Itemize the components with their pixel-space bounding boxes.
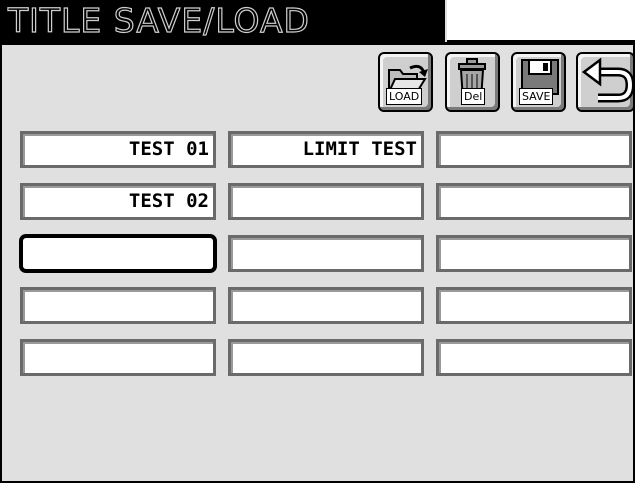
save-button[interactable]: SAVE [511, 52, 566, 112]
slot-r2-c2[interactable] [228, 183, 424, 220]
slot-r3-c1[interactable] [20, 235, 216, 272]
slot-r3-c3[interactable] [436, 235, 632, 272]
title-bar-blank-area [447, 0, 635, 42]
slot-r1-c2[interactable]: LIMIT TEST [228, 131, 424, 168]
slot-r1-c3[interactable] [436, 131, 632, 168]
return-arrow-icon [581, 57, 635, 103]
save-button-label: SAVE [519, 88, 554, 105]
slot-r5-c1[interactable] [20, 339, 216, 376]
title-bar: TITLE SAVE/LOAD [2, 0, 445, 42]
delete-button[interactable]: Del [445, 52, 500, 112]
slot-r3-c2[interactable] [228, 235, 424, 272]
slot-r4-c2[interactable] [228, 287, 424, 324]
delete-button-label: Del [461, 88, 486, 105]
slot-r1-c1[interactable]: TEST 01 [20, 131, 216, 168]
slot-r5-c2[interactable] [228, 339, 424, 376]
slot-r4-c1[interactable] [20, 287, 216, 324]
header-divider [2, 42, 633, 45]
page-title: TITLE SAVE/LOAD [7, 0, 310, 40]
load-button[interactable]: LOAD [378, 52, 433, 112]
trash-can-icon [458, 58, 486, 101]
folder-open-icon [387, 64, 428, 93]
slot-r5-c3[interactable] [436, 339, 632, 376]
slot-r2-c3[interactable] [436, 183, 632, 220]
slot-r2-c1[interactable]: TEST 02 [20, 183, 216, 220]
save-load-screen: TITLE SAVE/LOAD LOAD Del SAVE TEST 01 LI… [0, 0, 635, 483]
slot-r4-c3[interactable] [436, 287, 632, 324]
back-button[interactable] [576, 52, 635, 112]
load-button-label: LOAD [386, 88, 423, 105]
floppy-disk-icon [521, 59, 559, 95]
